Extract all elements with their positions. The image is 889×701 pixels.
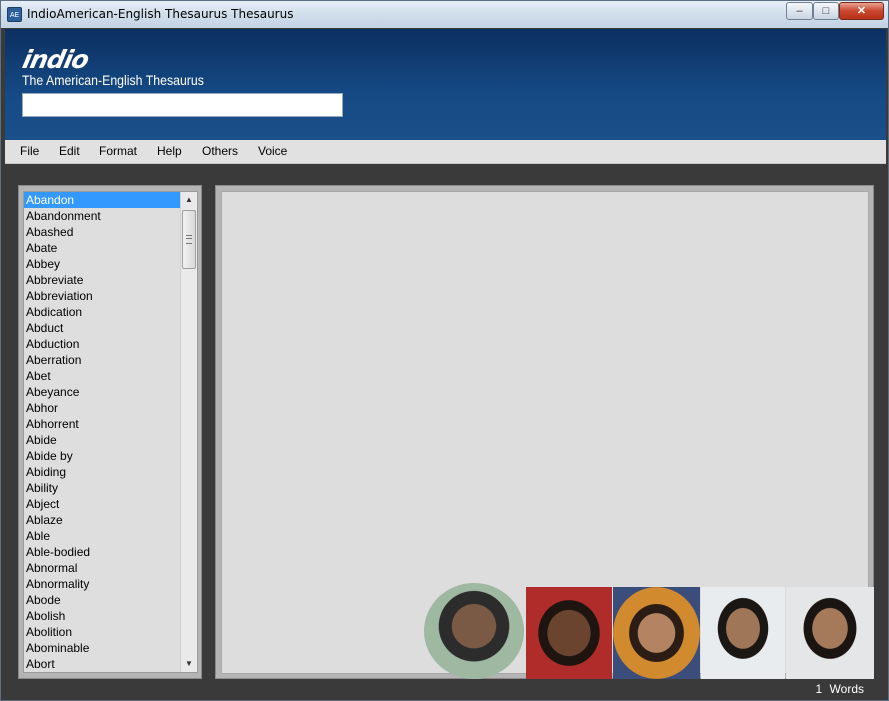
app-header: indio The American-English Thesaurus <box>5 29 886 140</box>
word-count-number: 1 <box>815 682 823 696</box>
title-bar[interactable]: AE IndioAmerican-English Thesaurus Thesa… <box>1 1 888 28</box>
list-item[interactable]: Abeyance <box>24 384 181 400</box>
maximize-button[interactable]: □ <box>813 2 839 20</box>
scroll-thumb[interactable] <box>182 210 196 269</box>
status-bar: 1 Words <box>1 680 888 700</box>
developer-photo <box>613 587 700 679</box>
menu-format[interactable]: Format <box>99 144 137 158</box>
app-subtitle: The American-English Thesaurus <box>22 72 204 88</box>
list-item[interactable]: Abolition <box>24 624 181 640</box>
developer-photo <box>701 587 785 679</box>
list-item[interactable]: Abduct <box>24 320 181 336</box>
list-item[interactable]: Abject <box>24 496 181 512</box>
list-item[interactable]: Abdication <box>24 304 181 320</box>
developer-photos <box>424 583 874 679</box>
list-item[interactable]: Abnormal <box>24 560 181 576</box>
list-item[interactable]: Abnormality <box>24 576 181 592</box>
list-item[interactable]: Abide by <box>24 448 181 464</box>
menu-others[interactable]: Others <box>202 144 238 158</box>
list-item[interactable]: Abbreviate <box>24 272 181 288</box>
menu-edit[interactable]: Edit <box>59 144 80 158</box>
list-item[interactable]: Abide <box>24 432 181 448</box>
list-item[interactable]: Abduction <box>24 336 181 352</box>
app-icon[interactable]: AE <box>7 7 22 22</box>
menu-bar: File Edit Format Help Others Voice <box>5 140 886 164</box>
list-item[interactable]: Abort <box>24 656 181 672</box>
list-item[interactable]: Abbey <box>24 256 181 272</box>
list-item[interactable]: Able-bodied <box>24 544 181 560</box>
minimize-button[interactable]: – <box>786 2 813 20</box>
list-item[interactable]: Aberration <box>24 352 181 368</box>
list-item[interactable]: Abandonment <box>24 208 181 224</box>
list-item[interactable]: Abiding <box>24 464 181 480</box>
list-item[interactable]: Abashed <box>24 224 181 240</box>
menu-help[interactable]: Help <box>157 144 182 158</box>
list-item[interactable]: Ability <box>24 480 181 496</box>
developer-photo <box>424 583 524 679</box>
list-item[interactable]: Abbreviation <box>24 288 181 304</box>
word-list-panel: Abandon Abandonment Abashed Abate Abbey Abbre… <box>18 185 202 679</box>
list-item[interactable]: Abhorrent <box>24 416 181 432</box>
developer-photo <box>786 587 874 679</box>
menu-voice[interactable]: Voice <box>258 144 287 158</box>
list-item[interactable]: Abominable <box>24 640 181 656</box>
window-title: IndioAmerican-English Thesaurus Thesauru… <box>27 7 294 21</box>
app-window: AE IndioAmerican-English Thesaurus Thesa… <box>0 0 889 701</box>
developer-photo <box>526 587 612 679</box>
list-item[interactable]: Abolish <box>24 608 181 624</box>
word-listbox[interactable]: Abandon Abandonment Abashed Abate Abbey Abbre… <box>23 191 198 673</box>
indio-logo: indio <box>19 45 92 74</box>
list-item[interactable]: Abandon <box>24 192 181 208</box>
word-count-unit: Words <box>829 682 864 696</box>
list-item[interactable]: Ablaze <box>24 512 181 528</box>
list-item[interactable]: Abhor <box>24 400 181 416</box>
search-input[interactable] <box>22 93 343 117</box>
scroll-down-arrow-icon[interactable]: ▼ <box>181 656 197 672</box>
grip-icon <box>186 235 192 244</box>
word-list: Abandon Abandonment Abashed Abate Abbey Abbre… <box>24 192 181 672</box>
list-item[interactable]: Abode <box>24 592 181 608</box>
list-scrollbar[interactable]: ▲ ▼ <box>180 192 197 672</box>
close-button[interactable]: ✕ <box>839 2 884 20</box>
scroll-up-arrow-icon[interactable]: ▲ <box>181 192 197 208</box>
list-item[interactable]: Abate <box>24 240 181 256</box>
menu-file[interactable]: File <box>20 144 39 158</box>
list-item[interactable]: Abet <box>24 368 181 384</box>
word-count: 1 Words <box>816 682 864 696</box>
list-item[interactable]: Able <box>24 528 181 544</box>
